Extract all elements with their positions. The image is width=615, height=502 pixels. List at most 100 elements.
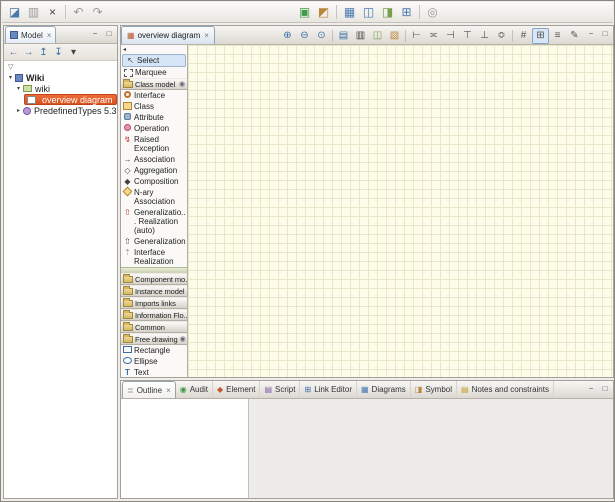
palette-drawer-imports-links[interactable]: Imports links (121, 297, 187, 309)
delete-icon[interactable]: × (43, 3, 62, 21)
tab-model[interactable]: Model × (5, 26, 56, 43)
diagram-canvas[interactable] (188, 45, 613, 377)
grid-icon[interactable]: # (515, 28, 532, 44)
palette-item-composition[interactable]: ◆ Composition (121, 176, 187, 187)
palette-item-operation[interactable]: Operation (121, 123, 187, 134)
new-model-icon[interactable]: ◪ (5, 3, 24, 21)
maximize-icon[interactable]: □ (103, 28, 115, 40)
palette-item-class[interactable]: Class (121, 101, 187, 112)
palette-browser-icon[interactable]: ◩ (314, 3, 333, 21)
palette-drawer-information-flows[interactable]: Information Flo... (121, 309, 187, 321)
palette-item-raised-exception[interactable]: ↯ Raised Exception (121, 134, 187, 154)
usecase-diagram-icon[interactable]: ◨ (378, 3, 397, 21)
expander-icon[interactable]: ▾ (6, 74, 15, 81)
zoom-fit-icon[interactable]: ⊙ (313, 28, 330, 44)
palette-item-attribute[interactable]: Attribute (121, 112, 187, 123)
palette-item-label: Operation (134, 124, 186, 133)
palette-item-interface-realization[interactable]: ⇡ Interface Realization (121, 247, 187, 267)
model-toolbar: ← → ↥ ↧ ▾ (4, 44, 117, 61)
tab-element[interactable]: ◆ Element (213, 381, 261, 398)
pin-icon[interactable]: ◉ (179, 80, 185, 88)
tree-item-wiki-package[interactable]: ▾ wiki (4, 83, 117, 94)
tab-outline[interactable]: ≣ Outline × (122, 381, 176, 398)
maximize-icon[interactable]: □ (599, 383, 611, 395)
tab-diagrams[interactable]: ▦ Diagrams (357, 381, 411, 398)
tab-audit[interactable]: ◉ Audit (176, 381, 213, 398)
tree-item-wiki-project[interactable]: ▾ Wiki (4, 72, 117, 83)
back-icon[interactable]: ← (6, 45, 21, 60)
outline-icon: ≣ (127, 386, 134, 395)
zoom-out-icon[interactable]: ⊖ (296, 28, 313, 44)
tab-link-editor[interactable]: ⊞ Link Editor (300, 381, 357, 398)
tab-notes-and-constraints[interactable]: ▤ Notes and constraints (457, 381, 554, 398)
up-icon[interactable]: ↥ (36, 45, 51, 60)
pen-icon[interactable]: ✎ (566, 28, 583, 44)
close-icon[interactable]: × (47, 31, 52, 40)
palette-item-generalization-auto[interactable]: ⇧ Generalizatio... Realization (auto) (121, 207, 187, 236)
expander-icon[interactable]: ▾ (14, 85, 23, 92)
palette-drawer-common[interactable]: Common (121, 321, 187, 333)
align-bottom-icon[interactable]: ⊥ (476, 28, 493, 44)
distribute-icon[interactable]: ≎ (493, 28, 510, 44)
palette-tool-select[interactable]: ↖ Select (122, 54, 186, 67)
show-guides-icon[interactable]: ≡ (549, 28, 566, 44)
expander-icon[interactable]: ▸ (14, 107, 23, 114)
tree-item-predefinedtypes[interactable]: ▸ PredefinedTypes 5.3.00 (4, 105, 117, 116)
minimize-icon[interactable]: − (585, 383, 597, 395)
editor-tab-label: overview diagram (138, 31, 201, 40)
class-diagram-icon[interactable]: ▦ (340, 3, 359, 21)
snap-to-grid-icon[interactable]: ⊞ (532, 28, 549, 44)
page-setup-icon[interactable]: ▧ (386, 28, 403, 44)
close-icon[interactable]: × (204, 31, 209, 40)
view-menu-icon[interactable]: ▾ (66, 45, 81, 60)
palette-drawer-component-model[interactable]: Component mo... (121, 273, 187, 285)
rectangle-icon (123, 346, 132, 353)
align-left-icon[interactable]: ⊢ (408, 28, 425, 44)
drawer-folder-icon (123, 312, 133, 319)
tree-item-overview-diagram[interactable]: overview diagram (4, 94, 117, 105)
palette-item-aggregation[interactable]: ◇ Aggregation (121, 165, 187, 176)
minimize-icon[interactable]: − (585, 28, 597, 40)
save-diagram-icon[interactable]: ▤ (335, 28, 352, 44)
palette-item-interface[interactable]: Interface (121, 90, 187, 101)
sequence-diagram-icon[interactable]: ⊞ (397, 3, 416, 21)
palette-tool-marquee[interactable]: Marquee (121, 67, 187, 78)
forward-icon[interactable]: → (21, 45, 36, 60)
align-top-icon[interactable]: ⊤ (459, 28, 476, 44)
tab-overview-diagram[interactable]: ▦ overview diagram × (121, 26, 215, 44)
palette-item-generalization[interactable]: ⇧ Generalization (121, 236, 187, 247)
palette-item-nary-association[interactable]: N-ary Association (121, 187, 187, 207)
export-image-icon[interactable]: ◫ (369, 28, 386, 44)
zoom-in-icon[interactable]: ⊕ (279, 28, 296, 44)
screenshot-icon[interactable]: ▣ (295, 3, 314, 21)
palette-item-association[interactable]: → Association (121, 154, 187, 165)
search-icon[interactable]: ◎ (423, 3, 442, 21)
align-right-icon[interactable]: ⊣ (442, 28, 459, 44)
ellipse-icon (123, 357, 132, 364)
redo-icon[interactable]: ↷ (88, 3, 107, 21)
minimize-icon[interactable]: − (89, 28, 101, 40)
toolbar-separator (332, 30, 333, 42)
filter-icon[interactable]: ▽ (8, 63, 13, 71)
palette-item-rectangle[interactable]: Rectangle (121, 345, 187, 356)
tab-symbol[interactable]: ◨ Symbol (411, 381, 457, 398)
drawer-label: Information Flo... (135, 311, 187, 320)
palette-item-ellipse[interactable]: Ellipse (121, 356, 187, 367)
save-icon[interactable]: ▥ (24, 3, 43, 21)
palette-collapse-icon[interactable]: ◂ (123, 46, 126, 53)
outline-preview-area[interactable] (121, 399, 249, 498)
palette-drawer-instance-model[interactable]: Instance model (121, 285, 187, 297)
element-icon: ◆ (217, 385, 223, 394)
down-icon[interactable]: ↧ (51, 45, 66, 60)
palette-item-text[interactable]: T Text (121, 367, 187, 377)
maximize-icon[interactable]: □ (599, 28, 611, 40)
package-diagram-icon[interactable]: ◫ (359, 3, 378, 21)
print-icon[interactable]: ▥ (352, 28, 369, 44)
pin-icon[interactable]: ◉ (180, 335, 186, 343)
close-icon[interactable]: × (166, 386, 171, 395)
palette-drawer-class-model[interactable]: Class model ◉ (121, 78, 187, 90)
palette-drawer-free-drawing[interactable]: Free drawing ◉ (121, 333, 187, 345)
tab-script[interactable]: ▤ Script (260, 381, 300, 398)
align-center-icon[interactable]: ≍ (425, 28, 442, 44)
undo-icon[interactable]: ↶ (69, 3, 88, 21)
